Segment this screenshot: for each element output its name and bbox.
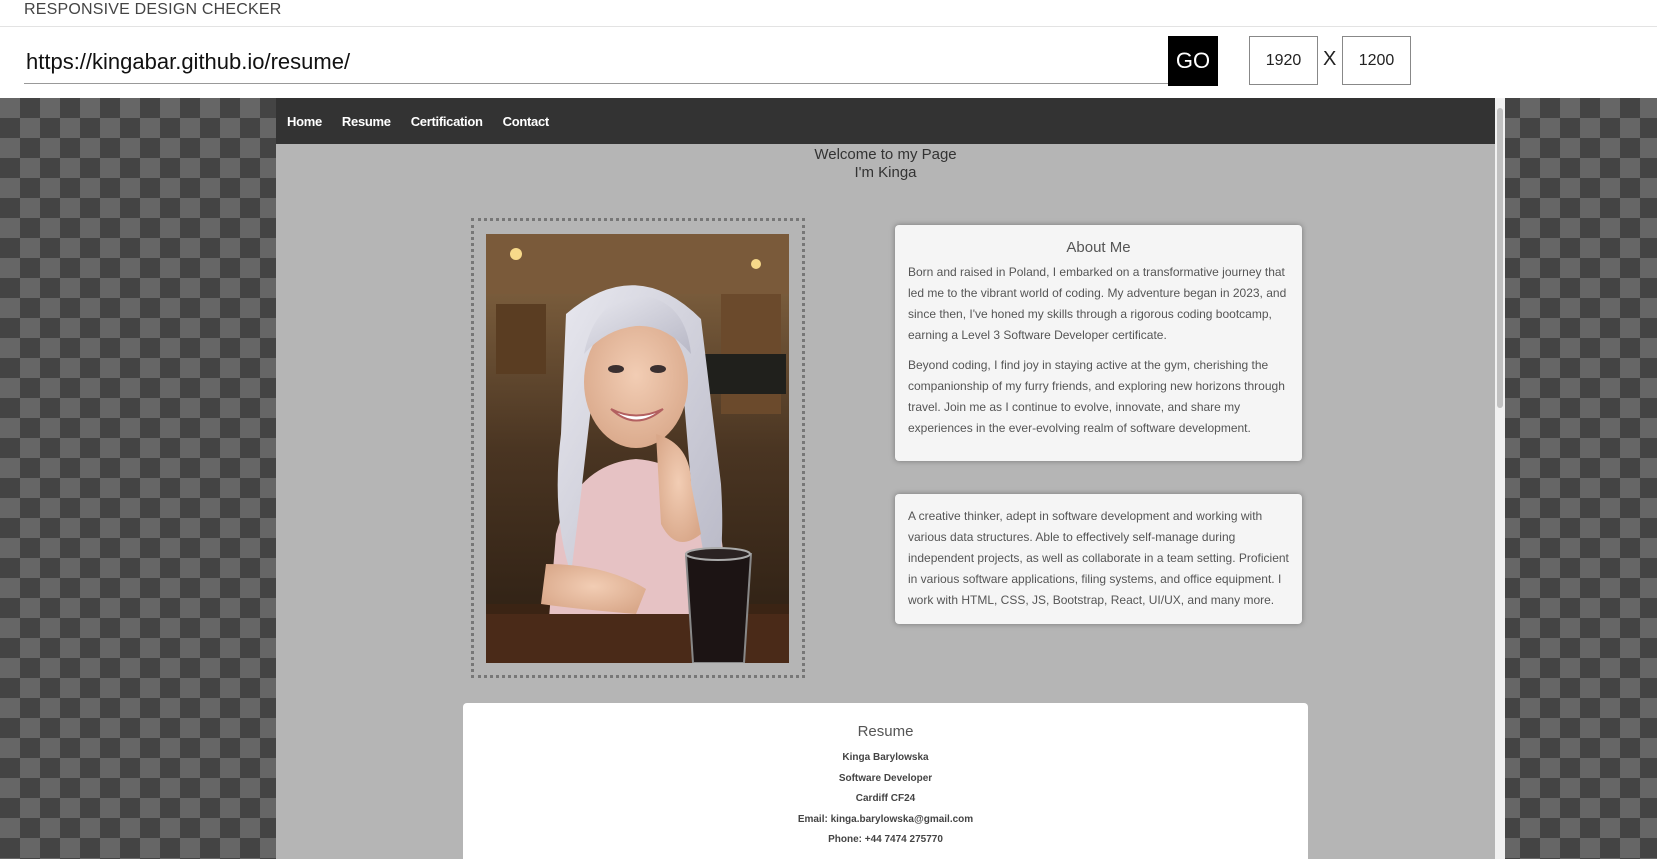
preview-frame[interactable]: Home Resume Certification Contact Welcom…: [276, 98, 1505, 859]
nav-certification[interactable]: Certification: [411, 114, 483, 129]
profile-photo: [486, 234, 789, 663]
height-input[interactable]: [1342, 36, 1411, 85]
nav-contact[interactable]: Contact: [503, 114, 550, 129]
resume-role: Software Developer: [838, 772, 933, 784]
width-input[interactable]: [1249, 36, 1318, 85]
welcome-name: I'm Kinga: [854, 164, 917, 181]
resume-location: Cardiff CF24: [855, 793, 916, 804]
resume-name: Kinga Barylowska: [842, 752, 929, 763]
profile-photo-frame: [471, 218, 805, 678]
header-divider: [0, 26, 1657, 27]
about-me-paragraph: Born and raised in Poland, I embarked on…: [908, 265, 1287, 342]
dimension-separator: X: [1323, 48, 1337, 70]
summary-card: A creative thinker, adept in software de…: [895, 494, 1302, 624]
scrollbar-thumb[interactable]: [1497, 108, 1503, 408]
go-button[interactable]: GO: [1168, 36, 1218, 86]
about-me-card: About Me Born and raised in Poland, I em…: [895, 225, 1302, 461]
nav-resume[interactable]: Resume: [342, 114, 391, 129]
about-me-paragraph: Beyond coding, I find joy in staying act…: [908, 358, 1285, 435]
welcome-heading: Welcome to my Page I'm Kinga: [276, 144, 1495, 182]
resume-card: Resume Kinga Barylowska Software Develop…: [463, 703, 1308, 859]
welcome-line: Welcome to my Page: [814, 146, 957, 163]
resume-phone: Phone: +44 7474 275770: [828, 834, 943, 845]
resume-heading: Resume: [857, 723, 914, 740]
summary-text: A creative thinker, adept in software de…: [908, 509, 1289, 607]
about-me-heading: About Me: [1066, 239, 1131, 256]
nav-home[interactable]: Home: [287, 114, 322, 129]
url-input[interactable]: [24, 40, 1168, 84]
site-navbar: Home Resume Certification Contact: [276, 98, 1495, 144]
preview-scrollbar[interactable]: [1495, 98, 1505, 859]
app-title: RESPONSIVE DESIGN CHECKER: [24, 1, 282, 18]
resume-email: Email: kinga.barylowska@gmail.com: [797, 813, 974, 825]
